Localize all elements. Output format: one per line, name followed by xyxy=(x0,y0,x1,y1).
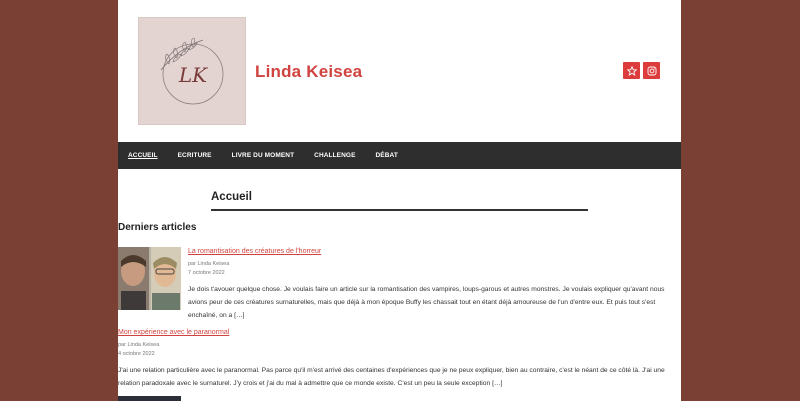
post-title-link[interactable]: La romantisation des créatures de l'horr… xyxy=(188,248,673,255)
post-image xyxy=(118,247,181,310)
nav-item-accueil[interactable]: ACCUEIL xyxy=(128,152,158,159)
nav-item-debat[interactable]: DÉBAT xyxy=(376,152,398,159)
post-entry: La romantisation des créatures de l'horr… xyxy=(188,248,673,322)
post-title-link[interactable]: Mon expérience avec le paranormal xyxy=(118,329,673,336)
star-icon[interactable] xyxy=(623,62,640,79)
recent-posts-title: Derniers articles xyxy=(118,222,197,233)
site-header: LK Linda Keisea xyxy=(118,0,681,142)
post-date: 7 octobre 2022 xyxy=(188,270,225,276)
nav-item-livre-du-moment[interactable]: LIVRE DU MOMENT xyxy=(232,152,295,159)
social-links xyxy=(623,62,660,79)
post-thumbnail[interactable] xyxy=(118,247,181,310)
page-title: Accueil xyxy=(211,191,588,211)
post-date: 4 octobre 2022 xyxy=(118,351,155,357)
site-title[interactable]: Linda Keisea xyxy=(255,62,362,82)
logo-lettering: LK xyxy=(178,63,208,87)
logo-emblem-icon: LK xyxy=(160,37,224,105)
post-excerpt: Je dois t'avouer quelque chose. Je voula… xyxy=(188,286,665,319)
main-navigation: ACCUEIL ECRITURE LIVRE DU MOMENT CHALLEN… xyxy=(118,142,681,169)
post-excerpt: J'ai une relation particulière avec le p… xyxy=(118,367,665,387)
page-container: LK Linda Keisea ACCUEIL ECRITURE LIVRE D… xyxy=(118,0,681,401)
post-thumbnail[interactable] xyxy=(118,396,181,401)
site-logo[interactable]: LK xyxy=(138,17,246,125)
post-author: par Linda Keisea xyxy=(118,342,160,348)
instagram-icon[interactable] xyxy=(643,62,660,79)
post-author: par Linda Keisea xyxy=(188,261,230,267)
nav-item-challenge[interactable]: CHALLENGE xyxy=(314,152,355,159)
nav-item-ecriture[interactable]: ECRITURE xyxy=(178,152,212,159)
post-entry: Mon expérience avec le paranormal par Li… xyxy=(118,329,673,390)
